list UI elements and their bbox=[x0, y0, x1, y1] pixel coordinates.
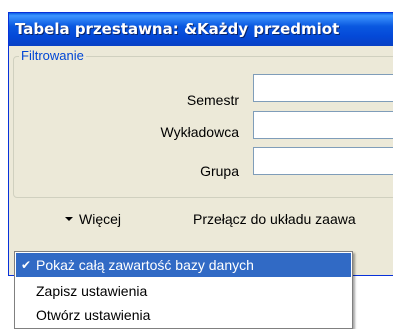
semester-label: Semestr bbox=[186, 92, 239, 108]
semester-input[interactable] bbox=[253, 74, 393, 102]
group-input[interactable] bbox=[253, 147, 393, 175]
menu-item-show-all-data[interactable]: ✔ Pokaż całą zawartość bazy danych bbox=[16, 253, 351, 277]
pivot-table-dialog: Tabela przestawna: &Każdy przedmiot Filt… bbox=[8, 12, 393, 276]
action-row: Więcej Przełącz do układu zaawa bbox=[9, 209, 393, 233]
menu-item-save-settings[interactable]: Zapisz ustawienia bbox=[16, 279, 351, 303]
more-button[interactable]: Więcej bbox=[65, 209, 121, 229]
menu-item-label: Pokaż całą zawartość bazy danych bbox=[36, 257, 254, 273]
window-title: Tabela przestawna: &Każdy przedmiot bbox=[15, 20, 340, 38]
triangle-down-icon bbox=[65, 217, 73, 221]
menu-item-open-settings[interactable]: Otwórz ustawienia bbox=[16, 303, 351, 327]
more-button-label: Więcej bbox=[79, 211, 122, 227]
group-label: Grupa bbox=[200, 163, 239, 179]
options-context-menu: ✔ Pokaż całą zawartość bazy danych Zapis… bbox=[14, 251, 353, 329]
menu-item-label: Zapisz ustawienia bbox=[36, 283, 148, 299]
screen: Tabela przestawna: &Każdy przedmiot Filt… bbox=[0, 0, 393, 329]
menu-item-label: Otwórz ustawienia bbox=[36, 307, 151, 323]
lecturer-label: Wykładowca bbox=[160, 124, 239, 140]
switch-to-advanced-button[interactable]: Przełącz do układu zaawa bbox=[193, 209, 356, 229]
checkmark-icon: ✔ bbox=[20, 258, 32, 272]
filter-group-legend: Filtrowanie bbox=[19, 48, 86, 63]
lecturer-input[interactable] bbox=[253, 111, 393, 139]
title-bar[interactable]: Tabela przestawna: &Każdy przedmiot bbox=[9, 13, 393, 46]
